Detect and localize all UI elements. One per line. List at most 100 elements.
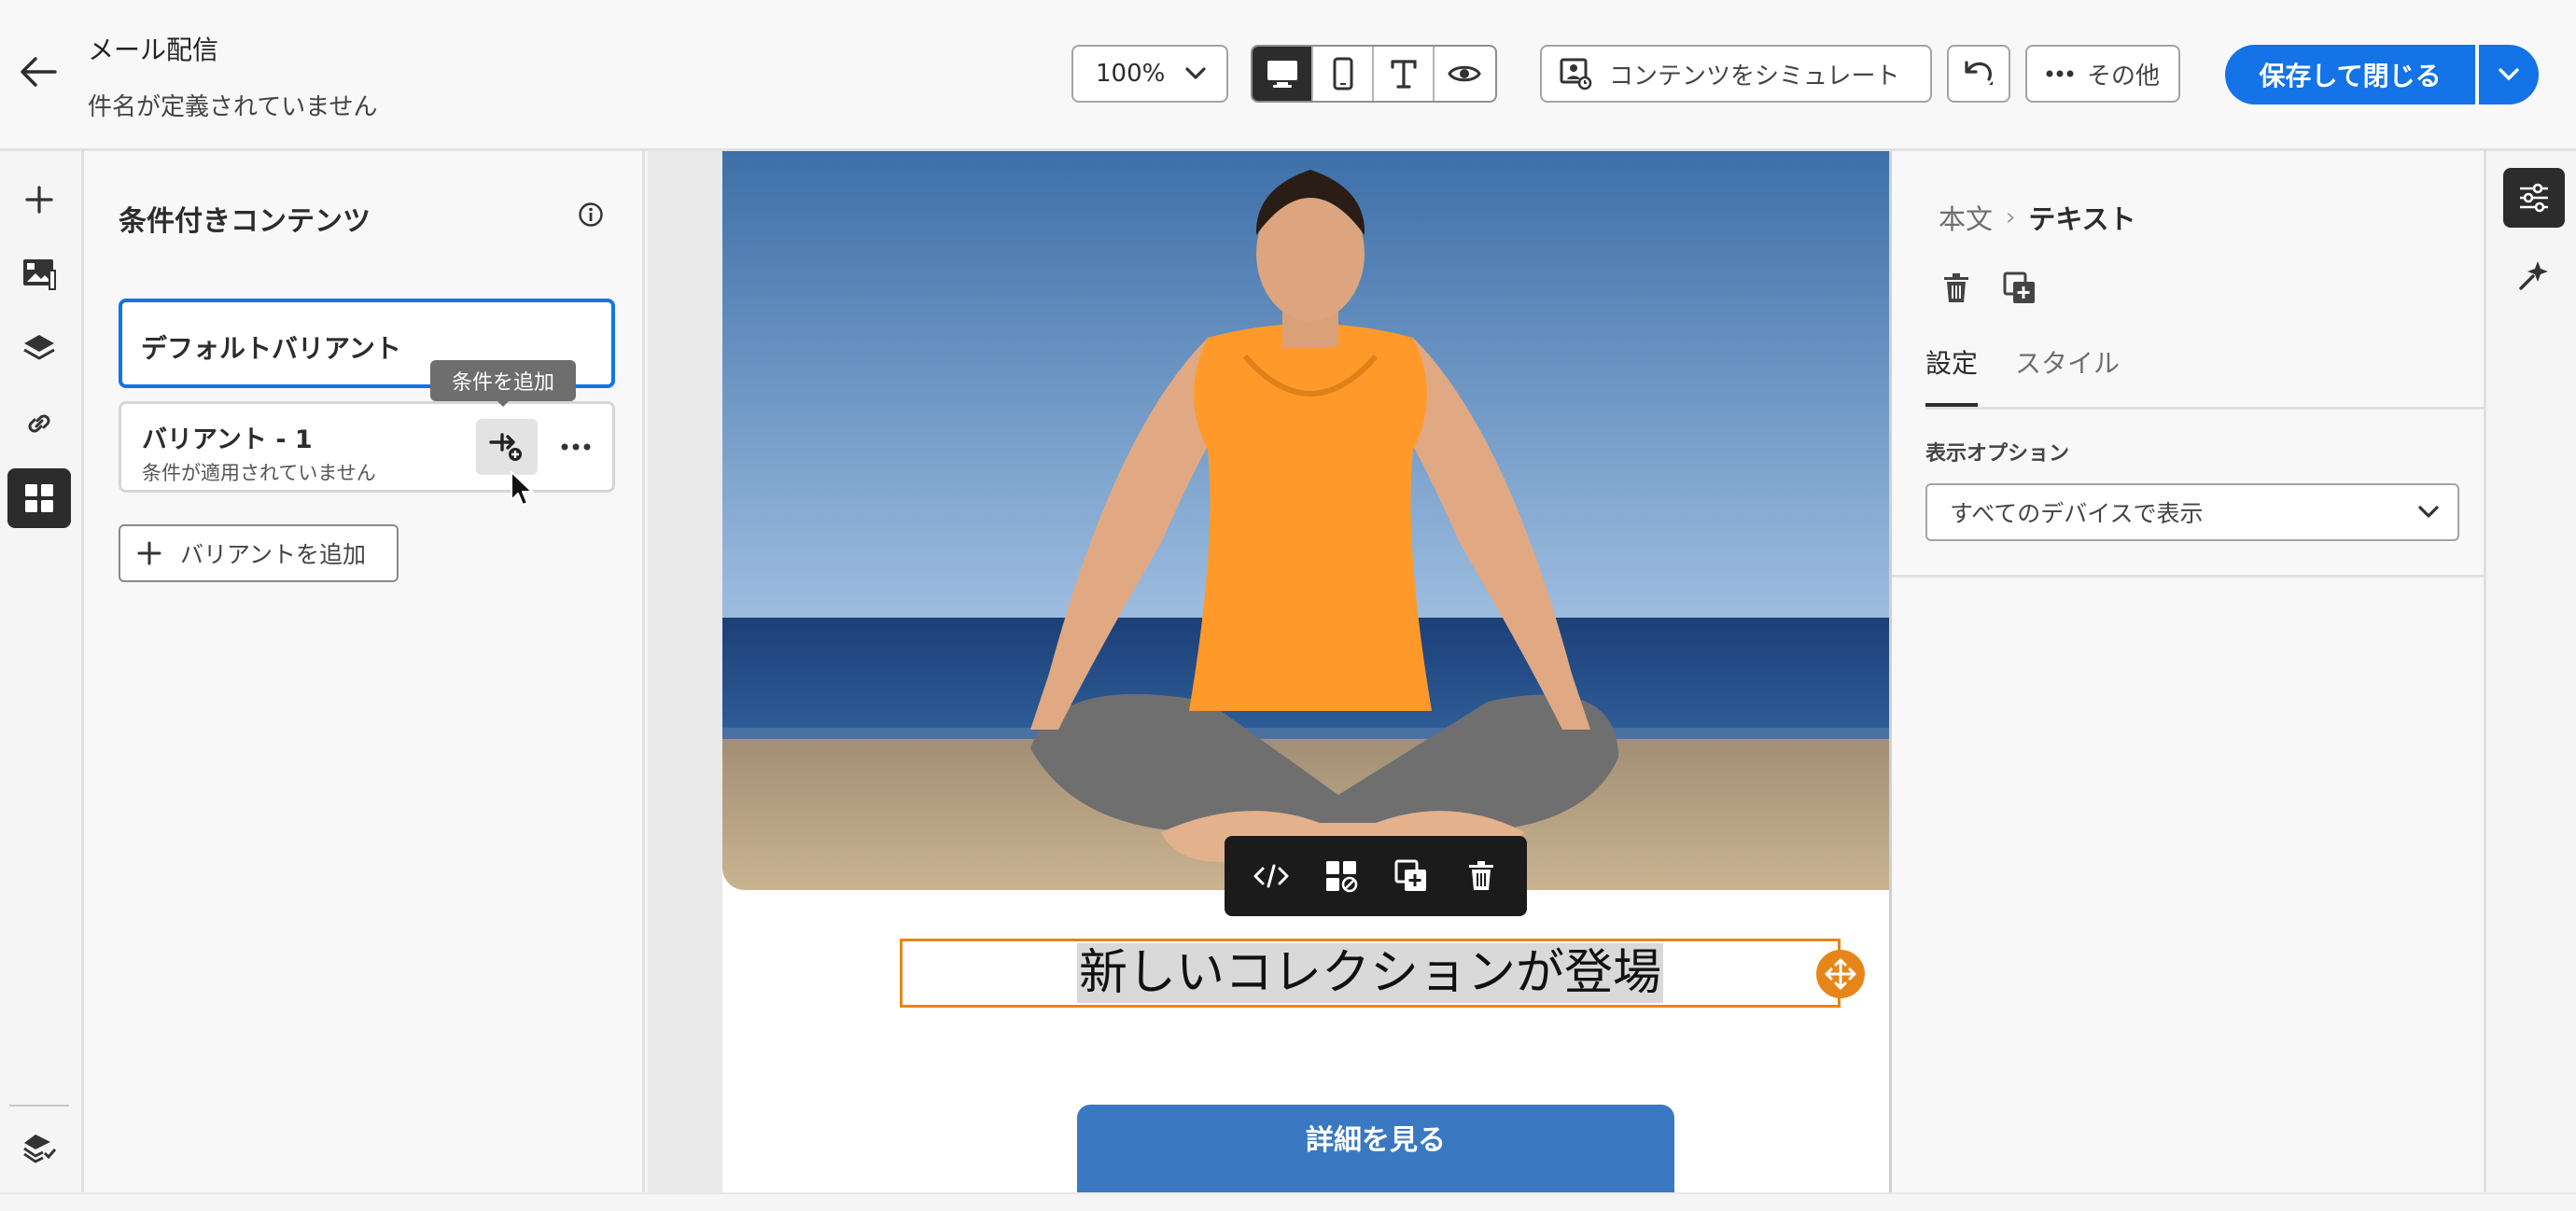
tab-settings-label: 設定 [1925,348,1979,379]
duplicate-component-button[interactable] [1998,267,2041,310]
structure-button[interactable] [7,1118,71,1177]
zoom-select[interactable]: 100% [1071,45,1228,103]
tabs-divider [1925,407,2484,410]
cta-button[interactable]: 詳細を見る [1077,1105,1674,1192]
cta-label: 詳細を見る [1306,1124,1446,1157]
breadcrumb-separator: › [2006,203,2016,231]
duplicate-icon [1394,859,1426,891]
plus-icon [25,186,53,214]
mobile-phone-icon [1333,57,1352,90]
conditional-content-panel: 条件付きコンテンツ デフォルトバリアント バリアント - 1 条件が適用されてい… [87,151,645,1192]
plus-icon [137,541,161,565]
add-condition-icon [489,433,522,461]
tab-style[interactable]: スタイル [2015,343,2120,407]
tooltip-tail [496,399,511,407]
variant-more-button[interactable] [553,426,599,467]
view-mode-switch [1251,45,1497,103]
desktop-view-button[interactable] [1253,47,1313,101]
properties-panel: 本文 › テキスト 設定 スタイル 表示オプション すべてのデバイスで表示 [1889,151,2486,1192]
add-variant-button[interactable]: バリアントを追加 [119,524,399,582]
arrow-left-icon [21,57,57,87]
more-dots-icon [561,443,591,451]
panel-title: 条件付きコンテンツ [119,205,371,238]
breadcrumb-parent[interactable]: 本文 [1939,198,1993,237]
component-toolbar [1225,836,1527,916]
duplicate-icon [2003,271,2035,303]
chevron-down-icon [2499,68,2519,80]
tooltip: 条件を追加 [430,360,576,407]
yoga-beach-photo [722,151,1889,890]
display-option-label: 表示オプション [1925,442,2070,466]
links-button[interactable] [7,394,71,453]
breadcrumb-current: テキスト [2028,203,2136,235]
assets-button[interactable] [7,244,71,304]
text-icon [1390,60,1417,89]
info-icon [579,202,603,227]
move-handle[interactable] [1816,950,1865,998]
hero-image[interactable] [722,151,1889,890]
simulate-label: コンテンツをシミュレート [1609,62,1900,90]
chevron-down-icon [2418,506,2439,518]
simulate-icon [1560,58,1592,90]
save-and-close-label: 保存して閉じる [2259,61,2442,91]
conditional-content-button[interactable] [7,468,71,528]
move-icon [1825,958,1856,990]
preview-button[interactable] [1435,47,1495,101]
link-icon [28,414,50,433]
info-button[interactable] [578,202,604,228]
layers-button[interactable] [7,319,71,379]
layers-check-icon [23,1134,56,1163]
left-tool-rail [0,151,84,1192]
add-variant-label: バリアントを追加 [180,541,367,568]
tooltip-text: 条件を追加 [451,371,554,395]
save-options-button[interactable] [2479,45,2539,104]
status-bar [0,1192,2576,1211]
text-view-button[interactable] [1374,47,1435,101]
convert-fragment-button[interactable] [1313,848,1369,904]
code-icon [1253,864,1288,888]
page-subtitle: 件名が定義されていません [88,93,378,121]
trash-icon [1944,273,1968,302]
more-label: その他 [2086,62,2160,90]
undo-icon [1965,61,1993,85]
sliders-icon [2520,183,2548,213]
default-variant-label: デフォルトバリアント [141,333,401,364]
page-title: メール配信 [88,35,219,65]
fragment-icon [1325,861,1357,893]
right-tool-rail [2486,151,2576,1192]
delete-button[interactable] [1453,848,1509,904]
edit-html-button[interactable] [1243,848,1299,904]
mobile-view-button[interactable] [1313,47,1374,101]
tab-settings[interactable]: 設定 [1925,343,1978,407]
eye-icon [1448,65,1482,82]
simulate-content-button[interactable]: コンテンツをシミュレート [1540,45,1932,103]
mouse-cursor-icon [511,471,533,506]
grid-content-icon [25,484,53,512]
desktop-icon [1267,61,1297,88]
trash-icon [1468,861,1493,890]
selected-text-block[interactable]: 新しいコレクションが登場 [900,939,1841,1008]
section-divider [1892,575,2484,578]
more-button[interactable]: その他 [2025,45,2180,103]
variant-status: 条件が適用されていません [142,462,376,484]
save-and-close-button[interactable]: 保存して閉じる [2225,45,2475,104]
back-button[interactable] [13,47,63,97]
properties-button[interactable] [2503,168,2565,228]
ai-assistant-button[interactable] [2503,244,2565,304]
layers-icon [23,335,55,360]
zoom-value: 100% [1096,60,1166,88]
duplicate-button[interactable] [1383,848,1439,904]
display-option-select[interactable]: すべてのデバイスで表示 [1925,483,2459,541]
sparkle-icon [2519,261,2548,290]
delete-component-button[interactable] [1935,267,1978,310]
email-heading: 新しいコレクションが登場 [1076,943,1663,1003]
undo-button[interactable] [1947,45,2010,103]
variant-card[interactable]: バリアント - 1 条件が適用されていません [119,401,615,493]
variant-name: バリアント - 1 [142,425,313,454]
chevron-down-icon [1185,67,1206,79]
image-gallery-icon [23,259,56,290]
display-option-value: すべてのデバイスで表示 [1950,500,2204,527]
add-condition-button[interactable] [476,419,538,475]
breadcrumb: 本文 › テキスト [1939,198,2136,237]
add-component-button[interactable] [7,170,71,230]
